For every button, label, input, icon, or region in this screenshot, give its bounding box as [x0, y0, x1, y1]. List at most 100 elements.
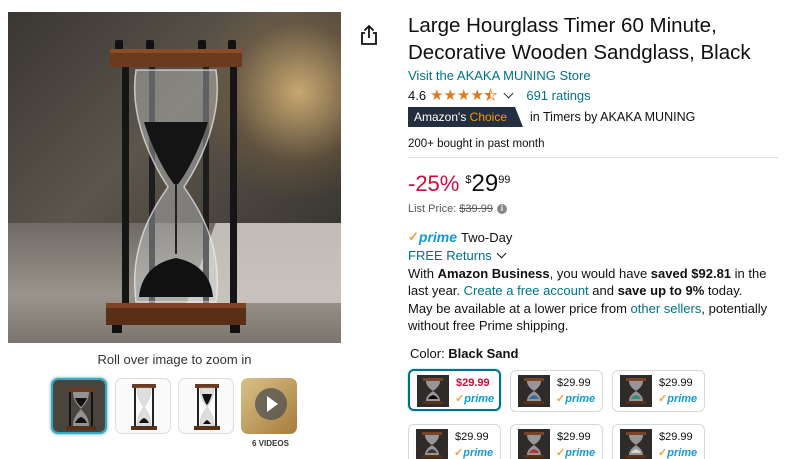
thumbnail-2[interactable] — [115, 378, 171, 434]
prime-check-icon: ✓ — [556, 447, 566, 459]
share-icon[interactable] — [359, 24, 379, 46]
rating-value: 4.6 — [408, 87, 427, 103]
hourglass-thumbnail-icon — [53, 380, 105, 432]
swatch-price: $29.99 — [557, 377, 591, 389]
prime-check-icon: ✓ — [556, 393, 566, 405]
prime-label: prime — [463, 447, 494, 459]
half-star-icon: ★ — [483, 86, 498, 104]
discount-percent: -25% — [408, 171, 460, 196]
hourglass-image — [106, 40, 246, 333]
prime-check-icon: ✓ — [454, 447, 464, 459]
swatch-prime: ✓prime — [556, 392, 595, 405]
badge-context: in Timers by AKAKA MUNING — [530, 110, 696, 124]
two-day-label: Two-Day — [461, 229, 513, 245]
thumbnail-1[interactable] — [51, 378, 107, 434]
hourglass-swatch-icon — [524, 432, 544, 458]
text: With — [408, 266, 438, 281]
video-thumbnail[interactable] — [241, 378, 297, 434]
color-swatch[interactable]: $29.99 ✓prime — [612, 370, 705, 412]
prime-label: prime — [565, 393, 596, 405]
prime-label: prime — [667, 393, 698, 405]
star-icon: ★ — [430, 86, 444, 104]
color-swatch[interactable]: $29.99 ✓prime — [612, 424, 705, 459]
chevron-down-icon[interactable] — [503, 88, 514, 98]
swatch-image — [620, 375, 652, 407]
business-name: Amazon Business — [437, 266, 550, 281]
swatch-price: $29.99 — [455, 431, 489, 443]
hourglass-swatch-icon — [626, 432, 646, 458]
swatch-prime: ✓prime — [556, 446, 595, 459]
hourglass-swatch-icon — [626, 378, 646, 404]
price-fraction: 99 — [498, 174, 511, 186]
swatch-image — [417, 375, 449, 407]
swatch-image — [518, 429, 550, 459]
swatch-prime: ✓prime — [455, 392, 494, 405]
divider — [408, 157, 778, 158]
main-product-image[interactable] — [8, 12, 341, 343]
ratings-count-link[interactable]: 691 ratings — [526, 88, 590, 103]
swatch-price: $29.99 — [659, 377, 693, 389]
swatch-price: $29.99 — [557, 431, 591, 443]
bought-count: 200+ bought in past month — [408, 138, 545, 150]
star-icon: ★ — [443, 86, 457, 104]
product-title: Large Hourglass Timer 60 Minute, Decorat… — [408, 14, 751, 64]
badge-choice: Choice — [469, 110, 508, 124]
prime-check-icon: ✓ — [455, 393, 465, 405]
store-link[interactable]: Visit the AKAKA MUNING Store — [408, 68, 591, 83]
swatch-image — [518, 375, 550, 407]
hourglass-swatch-icon — [423, 378, 443, 404]
hourglass-thumbnail-icon — [131, 384, 157, 430]
color-label: Color: Black Sand — [410, 346, 518, 361]
star-icon: ★ — [470, 86, 484, 104]
star-icon: ★ — [456, 86, 471, 104]
list-price: List Price: $39.99 i — [408, 203, 507, 215]
prime-check-icon: ✓ — [408, 229, 419, 244]
color-swatch[interactable]: $29.99 ✓prime — [408, 424, 501, 459]
list-price-label: List Price: — [408, 203, 457, 215]
badge-tail — [515, 107, 524, 127]
zoom-hint: Roll over image to zoom in — [97, 352, 252, 367]
prime-check-icon: ✓ — [658, 393, 668, 405]
prime-logo: prime — [418, 229, 458, 245]
hourglass-swatch-icon — [524, 378, 544, 404]
swatch-prime: ✓prime — [658, 446, 697, 459]
color-label-text: Color: — [410, 346, 449, 361]
star-rating[interactable]: ★ ★ ★ ★ ★ — [430, 86, 498, 104]
thumbnail-3[interactable] — [178, 378, 234, 434]
color-swatch[interactable]: $29.99 ✓prime — [408, 369, 501, 411]
badge-prefix: Amazon's — [414, 110, 467, 124]
swatch-image — [620, 429, 652, 459]
price-whole: 29 — [471, 170, 499, 197]
text: and — [588, 283, 618, 298]
free-returns-link[interactable]: FREE Returns — [408, 248, 507, 263]
text: , you would have — [549, 266, 651, 281]
business-savings-text: With Amazon Business, you would have sav… — [408, 265, 786, 299]
rating-row: 4.6 ★ ★ ★ ★ ★ 691 ratings — [408, 86, 591, 104]
create-account-link[interactable]: Create a free account — [464, 283, 589, 298]
text: May be available at a lower price from — [408, 301, 631, 316]
other-sellers-link[interactable]: other sellers — [631, 301, 702, 316]
prime-label: prime — [464, 393, 495, 405]
hourglass-thumbnail-icon — [194, 384, 220, 430]
swatch-prime: ✓prime — [454, 446, 493, 459]
swatch-price: $29.99 — [659, 431, 693, 443]
info-icon[interactable]: i — [496, 204, 507, 214]
swatch-image — [416, 429, 448, 459]
prime-label: prime — [667, 447, 698, 459]
play-icon — [267, 396, 278, 412]
color-swatch[interactable]: $29.99 ✓prime — [510, 424, 603, 459]
prime-delivery: ✓ prime Two-Day — [408, 228, 512, 246]
savings-amount: saved $92.81 — [650, 266, 732, 281]
other-sellers-text: May be available at a lower price from o… — [408, 300, 786, 334]
swatch-price: $29.99 — [456, 377, 490, 389]
list-price-value: $39.99 — [459, 203, 493, 215]
price-row: -25% $ 29 99 — [408, 170, 510, 200]
color-swatch[interactable]: $29.99 ✓prime — [510, 370, 603, 412]
prime-label: prime — [565, 447, 596, 459]
badge-label[interactable]: Amazon's Choice — [408, 107, 516, 127]
prime-check-icon: ✓ — [658, 447, 668, 459]
free-returns-label: FREE Returns — [408, 248, 492, 263]
videos-count-label: 6 VIDEOS — [252, 439, 289, 448]
chevron-down-icon — [496, 248, 507, 259]
amazons-choice-badge: Amazon's Choice in Timers by AKAKA MUNIN… — [408, 107, 695, 127]
